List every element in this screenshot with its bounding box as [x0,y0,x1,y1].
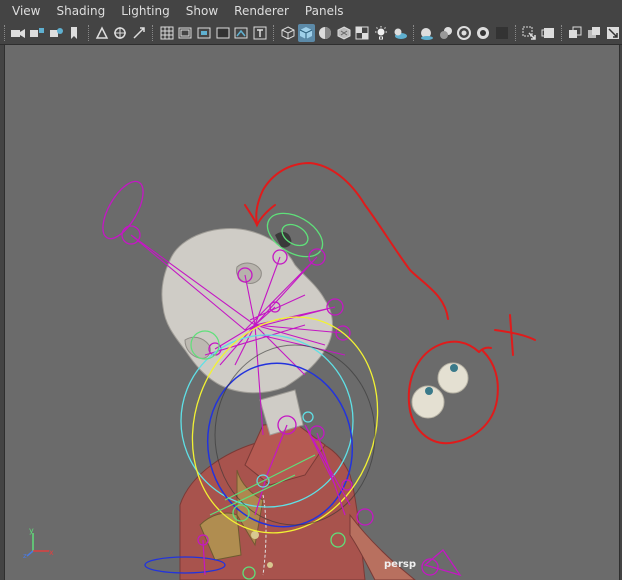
toolbar-separator [87,25,91,41]
scene-render[interactable] [5,45,619,580]
menu-lighting[interactable]: Lighting [113,0,178,22]
axis-label-z: z [23,552,27,559]
ambient-occlusion-icon[interactable] [419,24,436,42]
grid-icon[interactable] [93,24,110,42]
checker-icon[interactable] [354,24,371,42]
menu-renderer[interactable]: Renderer [226,0,297,22]
anti-alias-icon[interactable] [456,24,473,42]
field-chart-icon[interactable] [177,24,194,42]
maximize-panel-icon[interactable] [605,24,622,42]
shadows-icon[interactable] [391,24,408,42]
text-icon[interactable] [252,24,269,42]
toolbar-separator [273,25,276,41]
safe-title-icon[interactable] [214,24,231,42]
bookmark-icon[interactable] [47,24,64,42]
depth-of-field-icon[interactable] [475,24,492,42]
isolate-select-icon[interactable] [521,24,538,42]
smooth-shade-icon[interactable] [297,24,315,42]
render-region-icon[interactable] [493,24,510,42]
menu-view[interactable]: View [0,0,48,22]
camera-icon[interactable] [10,24,27,42]
camera-name-label: persp [384,559,416,570]
axis-gizmo: y x z [23,526,54,559]
menu-show[interactable]: Show [178,0,226,22]
toolbar-separator [412,25,416,41]
camera-attributes-icon[interactable] [29,24,46,42]
wireframe-icon[interactable] [279,24,296,42]
xray-active-icon[interactable] [586,24,603,42]
resolution-gate-icon[interactable] [131,24,148,42]
toolbar-separator [515,25,518,41]
axis-label-y: y [29,526,34,535]
perspective-viewport[interactable]: y x z persp [4,45,620,580]
gate-mask-icon[interactable] [158,24,175,42]
heads-up-icon[interactable] [233,24,250,42]
textured-icon[interactable] [335,24,352,42]
safe-action-icon[interactable] [196,24,213,42]
xray-icon[interactable] [540,24,557,42]
film-gate-icon[interactable] [112,24,129,42]
motion-blur-icon[interactable] [437,24,454,42]
menu-bar: View Shading Lighting Show Renderer Pane… [0,0,622,22]
use-lights-icon[interactable] [373,24,390,42]
panel-toolbar [0,22,622,45]
axis-label-x: x [49,548,54,557]
menu-shading[interactable]: Shading [48,0,113,22]
menu-panels[interactable]: Panels [297,0,352,22]
default-material-icon[interactable] [317,24,334,42]
toolbar-separator [152,25,155,41]
image-plane-icon[interactable] [66,24,83,42]
character-head[interactable] [161,228,333,394]
xray-joints-icon[interactable] [567,24,584,42]
eyeball-controls[interactable] [411,362,469,419]
toolbar-separator [4,25,7,41]
toolbar-separator [561,25,564,41]
